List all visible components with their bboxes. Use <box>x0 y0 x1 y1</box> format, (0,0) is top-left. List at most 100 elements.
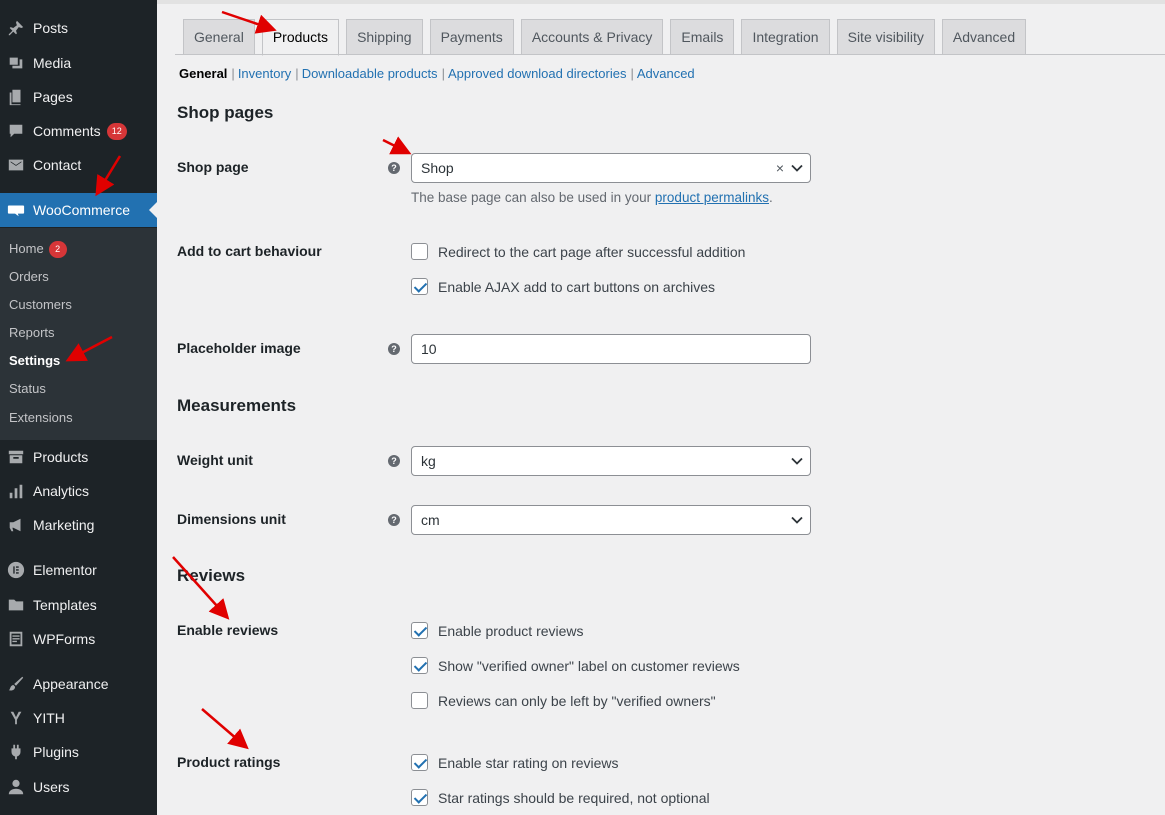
mail-icon <box>6 155 26 175</box>
clear-icon[interactable]: × <box>776 154 784 182</box>
tab-site-visibility[interactable]: Site visibility <box>836 19 935 54</box>
menu-label: Products <box>33 449 89 465</box>
pin-icon <box>6 18 26 38</box>
plug-icon <box>6 742 26 762</box>
verified-owner-label-option[interactable]: Show "verified owner" label on customer … <box>411 657 740 674</box>
dimensions-unit-label: Dimensions unit <box>177 511 286 527</box>
star-rating-required-option[interactable]: Star ratings should be required, not opt… <box>411 789 710 806</box>
ajax-add-to-cart-option[interactable]: Enable AJAX add to cart buttons on archi… <box>411 278 715 295</box>
pages-icon <box>6 87 26 107</box>
redirect-to-cart-checkbox[interactable] <box>411 243 428 260</box>
menu-label: Posts <box>33 20 69 36</box>
verified-owners-only-checkbox[interactable] <box>411 692 428 709</box>
enable-product-reviews-checkbox[interactable] <box>411 622 428 639</box>
shop-page-value: Shop <box>421 160 454 176</box>
menu-marketing[interactable]: Marketing <box>0 508 157 542</box>
menu-woocommerce[interactable]: WooCommerce <box>0 193 157 227</box>
menu-label: Contact <box>33 157 82 173</box>
subnav-advanced[interactable]: Advanced <box>637 66 695 81</box>
megaphone-icon <box>6 515 26 535</box>
shop-page-select[interactable]: Shop × <box>411 153 811 183</box>
help-icon[interactable]: ? <box>388 514 400 526</box>
menu-analytics[interactable]: Analytics <box>0 474 157 508</box>
section-heading-reviews: Reviews <box>177 566 246 585</box>
help-icon[interactable]: ? <box>388 455 400 467</box>
placeholder-image-input[interactable]: 10 <box>411 334 811 364</box>
enable-product-reviews-option[interactable]: Enable product reviews <box>411 622 584 639</box>
settings-main: General Products Shipping Payments Accou… <box>157 0 1165 815</box>
menu-wpforms[interactable]: WPForms <box>0 622 157 656</box>
shop-page-description: The base page can also be used in your p… <box>411 190 773 205</box>
menu-yith[interactable]: YITH <box>0 701 157 735</box>
submenu-settings[interactable]: Settings <box>9 351 60 371</box>
subnav-downloadable-products[interactable]: Downloadable products <box>302 66 438 81</box>
menu-plugins[interactable]: Plugins <box>0 735 157 769</box>
option-label: Star ratings should be required, not opt… <box>438 789 710 806</box>
menu-media[interactable]: Media <box>0 46 157 80</box>
submenu-orders[interactable]: Orders <box>9 267 49 287</box>
woo-icon <box>6 200 26 220</box>
submenu-extensions[interactable]: Extensions <box>9 408 73 428</box>
menu-label: Media <box>33 55 72 71</box>
verified-owners-only-option[interactable]: Reviews can only be left by "verified ow… <box>411 692 716 709</box>
subnav-separator: | <box>630 66 634 81</box>
submenu-home[interactable]: Home 2 <box>9 239 67 259</box>
enable-star-rating-checkbox[interactable] <box>411 754 428 771</box>
dimensions-unit-select[interactable]: cm <box>411 505 811 535</box>
tabs-divider <box>175 54 1165 55</box>
submenu-reports[interactable]: Reports <box>9 323 55 343</box>
menu-label: Comments <box>33 123 101 139</box>
menu-label: Pages <box>33 89 73 105</box>
top-edge <box>157 0 1165 4</box>
menu-posts[interactable]: Posts <box>0 11 157 45</box>
menu-comments[interactable]: Comments 12 <box>0 114 157 148</box>
brush-icon <box>6 674 26 694</box>
submenu-customers[interactable]: Customers <box>9 295 72 315</box>
folder-icon <box>6 595 26 615</box>
menu-label: Users <box>33 779 70 795</box>
description-text-end: . <box>768 190 773 205</box>
menu-label: Marketing <box>33 517 95 533</box>
subnav-inventory[interactable]: Inventory <box>238 66 291 81</box>
tab-general[interactable]: General <box>183 19 255 54</box>
tab-integration[interactable]: Integration <box>741 19 830 54</box>
tab-accounts-privacy[interactable]: Accounts & Privacy <box>520 19 664 54</box>
tab-emails[interactable]: Emails <box>670 19 735 54</box>
subnav-general[interactable]: General <box>179 66 227 81</box>
redirect-to-cart-option[interactable]: Redirect to the cart page after successf… <box>411 243 745 260</box>
menu-templates[interactable]: Templates <box>0 588 157 622</box>
menu-contact[interactable]: Contact <box>0 148 157 182</box>
subnav-approved-download-directories[interactable]: Approved download directories <box>448 66 627 81</box>
user-icon <box>6 777 26 797</box>
menu-elementor[interactable]: Elementor <box>0 553 157 587</box>
menu-pages[interactable]: Pages <box>0 80 157 114</box>
subnav-separator: | <box>441 66 445 81</box>
tab-payments[interactable]: Payments <box>429 19 514 54</box>
menu-appearance[interactable]: Appearance <box>0 667 157 701</box>
tab-products[interactable]: Products <box>261 19 340 56</box>
product-ratings-label: Product ratings <box>177 754 281 770</box>
menu-label: YITH <box>33 710 65 726</box>
tab-shipping[interactable]: Shipping <box>346 19 423 54</box>
tab-advanced[interactable]: Advanced <box>941 19 1027 54</box>
menu-users[interactable]: Users <box>0 770 157 804</box>
ajax-add-to-cart-checkbox[interactable] <box>411 278 428 295</box>
option-label: Enable product reviews <box>438 622 584 639</box>
dimensions-unit-value: cm <box>421 512 440 528</box>
menu-label: WooCommerce <box>33 202 130 218</box>
weight-unit-select[interactable]: kg <box>411 446 811 476</box>
verified-owner-label-checkbox[interactable] <box>411 657 428 674</box>
help-icon[interactable]: ? <box>388 343 400 355</box>
comments-count-badge: 12 <box>106 122 127 140</box>
settings-tabs: General Products Shipping Payments Accou… <box>183 19 1033 56</box>
menu-label: Elementor <box>33 562 97 578</box>
section-subnav: General | Inventory | Downloadable produ… <box>179 66 695 81</box>
star-rating-required-checkbox[interactable] <box>411 789 428 806</box>
enable-star-rating-option[interactable]: Enable star rating on reviews <box>411 754 619 771</box>
submenu-status[interactable]: Status <box>9 379 46 399</box>
product-permalinks-link[interactable]: product permalinks <box>655 190 769 205</box>
help-icon[interactable]: ? <box>388 162 400 174</box>
chevron-down-icon <box>791 516 803 524</box>
menu-products[interactable]: Products <box>0 440 157 474</box>
home-count-badge: 2 <box>48 240 67 258</box>
